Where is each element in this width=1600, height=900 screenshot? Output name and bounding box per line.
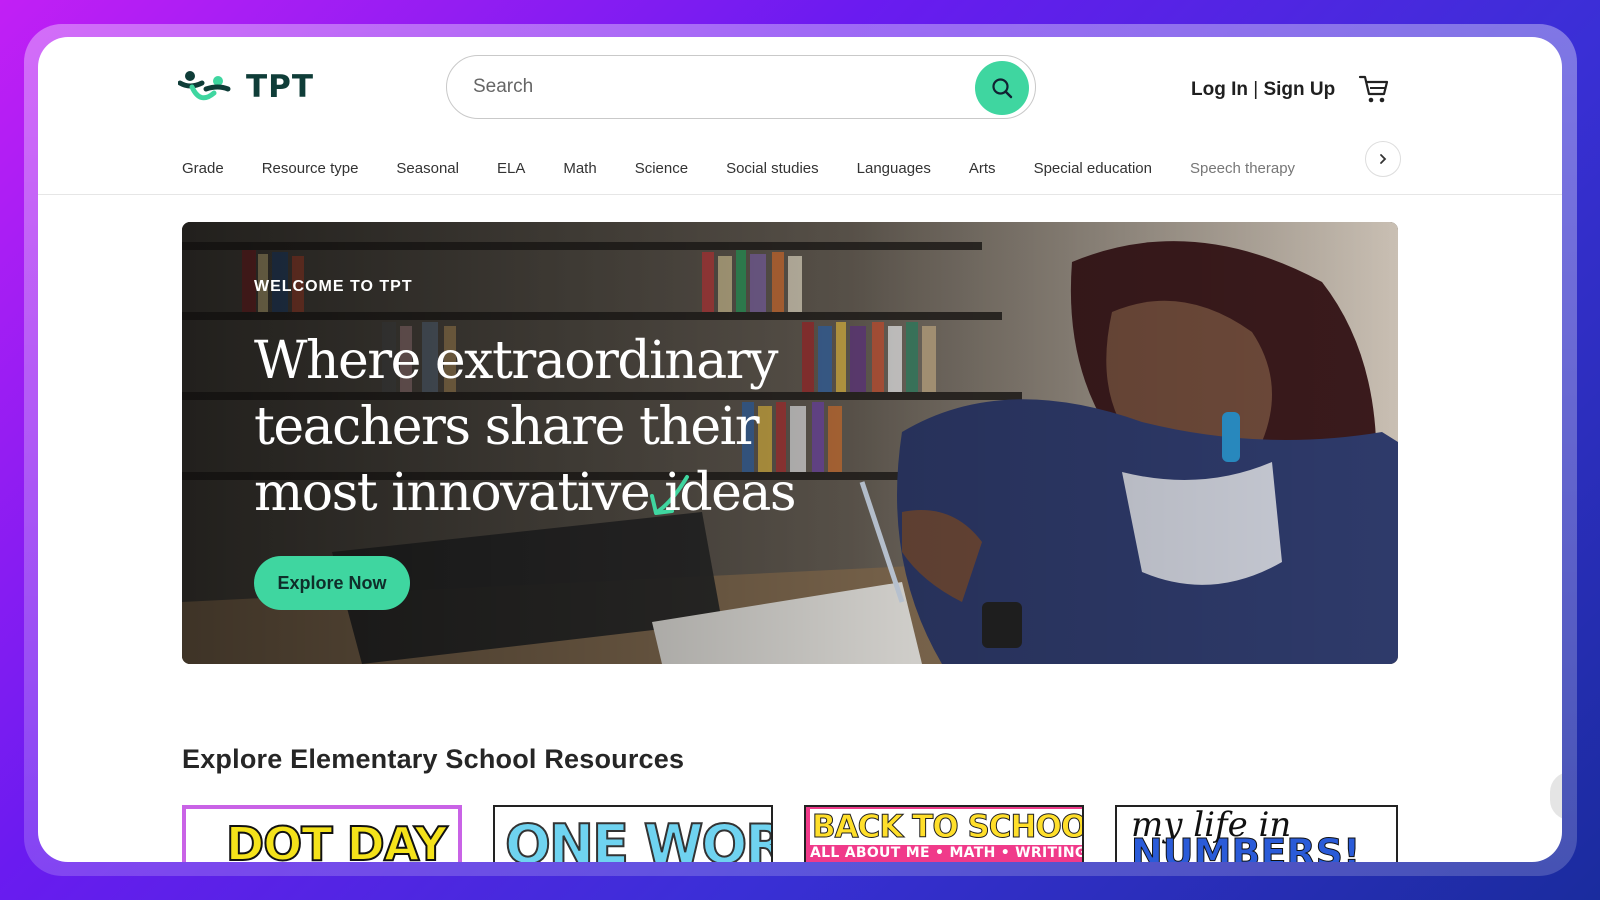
tpt-logo[interactable]: TPT <box>178 67 314 107</box>
search-button[interactable] <box>975 61 1029 115</box>
browser-window: TPT Log In | Sign Up Grade Resource type… <box>38 37 1562 862</box>
auth-separator: | <box>1247 79 1264 100</box>
card-title: DOT DAY <box>225 816 448 862</box>
hero-banner: WELCOME TO TPT Where extraordinary teach… <box>182 222 1398 664</box>
logo-wordmark: TPT <box>246 69 315 105</box>
nav-scroll-right-button[interactable] <box>1365 141 1401 177</box>
nav-item-languages[interactable]: Languages <box>857 160 931 177</box>
resource-card[interactable]: DOT DAY <box>182 805 462 862</box>
card-title: ONE WORD <box>504 812 771 862</box>
chevron-right-icon <box>1380 154 1387 164</box>
resource-card[interactable]: ONE WORD <box>493 805 773 862</box>
search-input[interactable] <box>473 76 953 98</box>
signup-link[interactable]: Sign Up <box>1263 79 1335 100</box>
section-title: Explore Elementary School Resources <box>182 744 685 774</box>
resource-card[interactable]: BACK TO SCHOOL ALL ABOUT ME • MATH • WRI… <box>804 805 1084 862</box>
hero-title: Where extraordinary teachers share their… <box>254 331 797 523</box>
cart-button[interactable] <box>1358 73 1390 105</box>
nav-item-ela[interactable]: ELA <box>497 160 525 177</box>
header-divider <box>38 194 1562 195</box>
nav-item-special-education[interactable]: Special education <box>1034 160 1152 177</box>
search-bar <box>446 55 1036 119</box>
login-link[interactable]: Log In <box>1191 79 1248 100</box>
card-subtitle: NUMBERS! <box>1131 831 1361 863</box>
nav-item-social-studies[interactable]: Social studies <box>726 160 819 177</box>
nav-item-speech-therapy[interactable]: Speech therapy <box>1190 160 1295 177</box>
resource-card[interactable]: my life in NUMBERS! <box>1115 805 1398 862</box>
card-subtitle: ALL ABOUT ME • MATH • WRITING <box>810 845 1084 861</box>
card-title: BACK TO SCHOOL <box>810 809 1084 846</box>
hero-kicker: WELCOME TO TPT <box>254 278 413 295</box>
explore-now-button[interactable]: Explore Now <box>254 556 410 610</box>
search-icon <box>992 78 1013 99</box>
nav-item-math[interactable]: Math <box>563 160 596 177</box>
nav-item-science[interactable]: Science <box>635 160 688 177</box>
nav-item-resource-type[interactable]: Resource type <box>262 160 359 177</box>
shopping-cart-icon <box>1358 75 1389 103</box>
nav-item-grade[interactable]: Grade <box>182 160 224 177</box>
logo-figure-icon <box>178 71 231 101</box>
category-nav: Grade Resource type Seasonal ELA Math Sc… <box>182 150 1333 186</box>
auth-links: Log In | Sign Up <box>1191 79 1335 101</box>
side-scroll-handle[interactable] <box>1550 772 1562 820</box>
nav-item-arts[interactable]: Arts <box>969 160 996 177</box>
nav-item-seasonal[interactable]: Seasonal <box>396 160 459 177</box>
resource-cards: DOT DAY ONE WORD BACK TO SCHOOL ALL ABOU… <box>182 805 1398 862</box>
